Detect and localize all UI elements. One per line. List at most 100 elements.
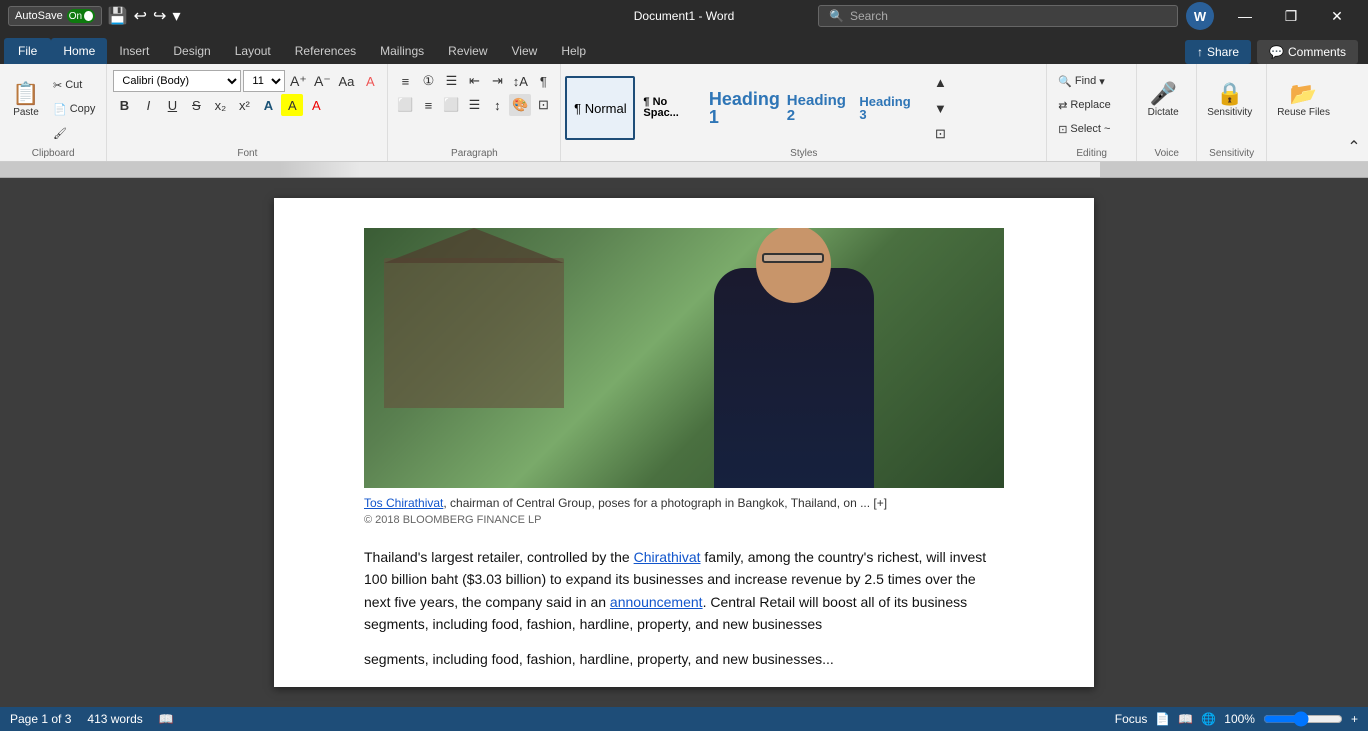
align-center-button[interactable]: ≡ bbox=[417, 94, 439, 116]
align-right-button[interactable]: ⬜ bbox=[440, 94, 462, 116]
title-bar: AutoSave On 💾 ↩ ↪ ▾ Document1 - Word 🔍 S… bbox=[0, 0, 1368, 32]
user-avatar[interactable]: W bbox=[1186, 2, 1214, 30]
ruler-content bbox=[280, 162, 1368, 177]
italic-button[interactable]: I bbox=[137, 94, 159, 116]
caption-link[interactable]: Tos Chirathivat bbox=[364, 496, 443, 510]
paragraph-label: Paragraph bbox=[388, 148, 560, 159]
show-hide-button[interactable]: ¶ bbox=[532, 70, 554, 92]
line-spacing-button[interactable]: ↕ bbox=[486, 94, 508, 116]
style-heading3[interactable]: Heading 3 bbox=[853, 76, 923, 140]
tab-design[interactable]: Design bbox=[161, 38, 222, 64]
statusbar-right: Focus 📄 📖 🌐 100% + bbox=[1115, 712, 1358, 726]
zoom-slider[interactable] bbox=[1263, 712, 1343, 726]
editing-label: Editing bbox=[1047, 148, 1136, 159]
tab-insert[interactable]: Insert bbox=[107, 38, 161, 64]
decrease-font-button[interactable]: A⁻ bbox=[311, 70, 333, 92]
superscript-button[interactable]: x² bbox=[233, 94, 255, 116]
clipboard-mini: ✂ Cut 📄 Copy 🖌 bbox=[48, 68, 100, 144]
change-case-button[interactable]: Aa bbox=[335, 70, 357, 92]
styles-more-button[interactable]: ⊡ bbox=[929, 123, 951, 145]
style-heading1[interactable]: Heading 1 bbox=[709, 76, 779, 140]
styles-row: ¶ Normal ¶ No Spac... Heading 1 Heading … bbox=[565, 68, 1042, 148]
bold-button[interactable]: B bbox=[113, 94, 135, 116]
tab-layout[interactable]: Layout bbox=[223, 38, 283, 64]
font-size-select[interactable]: 11 bbox=[243, 70, 285, 92]
increase-indent-button[interactable]: ⇥ bbox=[486, 70, 508, 92]
font-name-select[interactable]: Calibri (Body) bbox=[113, 70, 241, 92]
toggle-circle bbox=[84, 11, 93, 21]
paste-button[interactable]: 📋 Paste bbox=[6, 68, 46, 132]
proofing-icon[interactable]: 📖 bbox=[159, 712, 174, 726]
share-button[interactable]: ↑ Share bbox=[1185, 40, 1251, 64]
reuse-files-group: 📂 Reuse Files bbox=[1267, 64, 1340, 161]
styles-up-button[interactable]: ▲ bbox=[929, 71, 951, 93]
tab-home[interactable]: Home bbox=[51, 38, 107, 64]
focus-button[interactable]: Focus bbox=[1115, 712, 1148, 726]
redo-icon[interactable]: ↪ bbox=[153, 6, 166, 26]
borders-button[interactable]: ⊡ bbox=[532, 94, 554, 116]
tab-file[interactable]: File bbox=[4, 38, 51, 64]
tab-references[interactable]: References bbox=[283, 38, 368, 64]
glasses bbox=[762, 253, 824, 263]
autosave-button[interactable]: AutoSave On bbox=[8, 6, 102, 26]
web-layout-icon[interactable]: 🌐 bbox=[1201, 712, 1216, 726]
collapse-ribbon-button[interactable]: ⌃ bbox=[1344, 137, 1364, 157]
replace-button[interactable]: ⇄ Replace bbox=[1053, 94, 1116, 116]
justify-button[interactable]: ☰ bbox=[463, 94, 485, 116]
zoom-in-icon[interactable]: + bbox=[1351, 712, 1358, 726]
tab-review[interactable]: Review bbox=[436, 38, 499, 64]
numbering-button[interactable]: ① bbox=[417, 70, 439, 92]
undo-icon[interactable]: ↩ bbox=[134, 6, 147, 26]
font-color-button[interactable]: A bbox=[305, 94, 327, 116]
comments-button[interactable]: 💬 Comments bbox=[1257, 40, 1358, 64]
tab-help[interactable]: Help bbox=[549, 38, 598, 64]
copy-button[interactable]: 📄 Copy bbox=[48, 98, 100, 120]
styles-group: ¶ Normal ¶ No Spac... Heading 1 Heading … bbox=[561, 64, 1047, 161]
underline-button[interactable]: U bbox=[161, 94, 183, 116]
increase-font-button[interactable]: A⁺ bbox=[287, 70, 309, 92]
text-effects-button[interactable]: A bbox=[257, 94, 279, 116]
format-painter-button[interactable]: 🖌 bbox=[48, 122, 100, 144]
search-placeholder: Search bbox=[850, 9, 888, 23]
print-layout-icon[interactable]: 📄 bbox=[1155, 712, 1170, 726]
save-icon[interactable]: 💾 bbox=[108, 6, 128, 26]
style-no-spacing-preview: ¶ No Spac... bbox=[643, 97, 701, 119]
style-heading2[interactable]: Heading 2 bbox=[781, 76, 851, 140]
tab-mailings[interactable]: Mailings bbox=[368, 38, 436, 64]
sort-button[interactable]: ↕A bbox=[509, 70, 531, 92]
decrease-indent-button[interactable]: ⇤ bbox=[463, 70, 485, 92]
cut-button[interactable]: ✂ Cut bbox=[48, 74, 100, 96]
announcement-link[interactable]: announcement bbox=[610, 594, 703, 610]
restore-button[interactable]: ❐ bbox=[1268, 0, 1314, 32]
select-button[interactable]: ⊡ Select ~ bbox=[1053, 118, 1116, 140]
chirathivat-link[interactable]: Chirathivat bbox=[634, 549, 701, 565]
reuse-files-button[interactable]: 📂 Reuse Files bbox=[1273, 68, 1334, 132]
more-icon[interactable]: ▾ bbox=[172, 6, 180, 26]
shading-button[interactable]: 🎨 bbox=[509, 94, 531, 116]
para-row1: ≡ ① ☰ ⇤ ⇥ ↕A ¶ bbox=[394, 70, 554, 92]
minimize-button[interactable]: — bbox=[1222, 0, 1268, 32]
font-section: Calibri (Body) 11 A⁺ A⁻ Aa A B I U S x₂ bbox=[113, 68, 381, 116]
styles-down-button[interactable]: ▼ bbox=[929, 97, 951, 119]
multilevel-button[interactable]: ☰ bbox=[440, 70, 462, 92]
bullets-button[interactable]: ≡ bbox=[394, 70, 416, 92]
document-title: Document1 - Word bbox=[634, 9, 734, 23]
clear-format-button[interactable]: A bbox=[359, 70, 381, 92]
clipboard-label: Clipboard bbox=[0, 148, 106, 159]
autosave-toggle[interactable]: On bbox=[67, 9, 95, 23]
find-button[interactable]: 🔍 Find ▾ bbox=[1053, 70, 1116, 92]
subscript-button[interactable]: x₂ bbox=[209, 94, 231, 116]
search-bar[interactable]: 🔍 Search bbox=[818, 5, 1178, 27]
sensitivity-button[interactable]: 🔒 Sensitivity bbox=[1203, 68, 1256, 132]
style-normal[interactable]: ¶ Normal bbox=[565, 76, 635, 140]
close-button[interactable]: ✕ bbox=[1314, 0, 1360, 32]
tab-view[interactable]: View bbox=[500, 38, 550, 64]
align-left-button[interactable]: ⬜ bbox=[394, 94, 416, 116]
highlight-button[interactable]: A bbox=[281, 94, 303, 116]
style-no-spacing[interactable]: ¶ No Spac... bbox=[637, 76, 707, 140]
read-mode-icon[interactable]: 📖 bbox=[1178, 712, 1193, 726]
voice-group: 🎤 Dictate Voice bbox=[1137, 64, 1197, 161]
ruler bbox=[0, 162, 1368, 178]
strikethrough-button[interactable]: S bbox=[185, 94, 207, 116]
dictate-button[interactable]: 🎤 Dictate bbox=[1143, 68, 1183, 132]
